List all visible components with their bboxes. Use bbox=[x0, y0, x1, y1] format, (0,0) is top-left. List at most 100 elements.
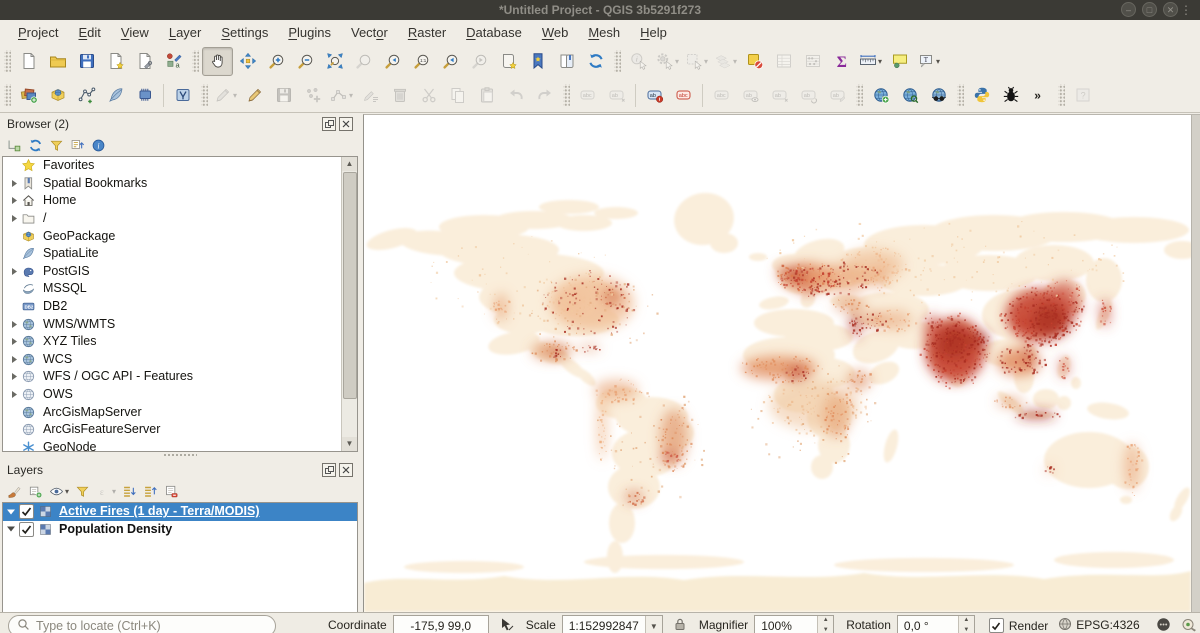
map-tips-button[interactable] bbox=[885, 48, 914, 75]
zoom-full-button[interactable] bbox=[320, 48, 349, 75]
expander-icon[interactable] bbox=[7, 390, 21, 399]
chevron-down-icon[interactable]: ▾ bbox=[936, 57, 940, 66]
expander-icon[interactable] bbox=[7, 372, 21, 381]
field-calculator-button[interactable] bbox=[798, 48, 827, 75]
browser-item-spatialite[interactable]: SpatiaLite bbox=[3, 245, 357, 263]
toolbar-grip[interactable] bbox=[614, 50, 621, 72]
new-project-button[interactable] bbox=[14, 48, 43, 75]
measure-button[interactable]: ▾ bbox=[856, 48, 885, 75]
menu-web[interactable]: Web bbox=[532, 23, 579, 42]
spin-up-icon[interactable]: ▲ bbox=[818, 616, 833, 626]
chevron-down-icon[interactable]: ▾ bbox=[733, 57, 737, 66]
pan-map-button[interactable] bbox=[202, 47, 233, 76]
whats-this-help-button[interactable]: ? bbox=[1068, 82, 1097, 109]
menu-view[interactable]: View bbox=[111, 23, 159, 42]
browser-scrollbar[interactable]: ▲ ▼ bbox=[341, 157, 357, 451]
chevron-down-icon[interactable]: ▾ bbox=[65, 487, 69, 496]
current-edits-button[interactable]: ▾ bbox=[211, 82, 240, 109]
browser-item-ows[interactable]: OWS bbox=[3, 386, 357, 404]
spin-down-icon[interactable]: ▼ bbox=[818, 626, 833, 633]
plugin-debugger-button[interactable] bbox=[996, 82, 1025, 109]
change-label-button[interactable]: ab bbox=[823, 82, 852, 109]
chevron-down-icon[interactable]: ▾ bbox=[349, 91, 353, 100]
panel-splitter[interactable] bbox=[0, 452, 360, 458]
expand-all-layers-icon[interactable] bbox=[122, 484, 137, 499]
modify-attributes-button[interactable] bbox=[356, 82, 385, 109]
pin-labels-button[interactable]: abc bbox=[707, 82, 736, 109]
text-annotation-button[interactable]: T▾ bbox=[914, 48, 943, 75]
browser-item-home[interactable]: Home bbox=[3, 192, 357, 210]
zoom-to-selection-button[interactable] bbox=[349, 48, 378, 75]
toolbar-overflow-button[interactable]: » bbox=[1025, 82, 1054, 109]
chevron-down-icon[interactable]: ▼ bbox=[645, 616, 662, 633]
zoom-next-button[interactable] bbox=[465, 48, 494, 75]
menu-project[interactable]: Project bbox=[8, 23, 68, 42]
layer-labeling-options-button[interactable]: ab bbox=[640, 82, 669, 109]
layer-diagram-options-button[interactable]: abc bbox=[669, 82, 698, 109]
new-spatial-bookmark-button[interactable] bbox=[494, 48, 523, 75]
window-menu-dots-icon[interactable]: ⋮ bbox=[1180, 1, 1192, 19]
expander-icon[interactable] bbox=[7, 267, 21, 276]
layers-close-icon[interactable] bbox=[339, 463, 353, 477]
select-by-value-button[interactable]: ▾ bbox=[711, 48, 740, 75]
move-label-diagram-button[interactable]: ab bbox=[765, 82, 794, 109]
expander-icon[interactable] bbox=[7, 179, 21, 188]
browser-item-geopackage[interactable]: GeoPackage bbox=[3, 227, 357, 245]
vertex-tool-button[interactable]: ▾ bbox=[327, 82, 356, 109]
collapse-all-layers-icon[interactable] bbox=[143, 484, 158, 499]
rotation-spinbox[interactable]: 0,0 ° ▲▼ bbox=[897, 615, 975, 633]
layer-item-active-fires-1-day-terra-modis[interactable]: Active Fires (1 day - Terra/MODIS) bbox=[3, 503, 357, 521]
menu-plugins[interactable]: Plugins bbox=[278, 23, 341, 42]
add-group-icon[interactable] bbox=[28, 484, 43, 499]
spin-up-icon[interactable]: ▲ bbox=[959, 616, 974, 626]
locator-input[interactable]: Type to locate (Ctrl+K) bbox=[8, 615, 276, 633]
toolbar-grip[interactable] bbox=[1058, 84, 1065, 106]
browser-item-wcs[interactable]: WCS bbox=[3, 351, 357, 369]
expander-icon[interactable] bbox=[7, 355, 21, 364]
menu-mesh[interactable]: Mesh bbox=[578, 23, 630, 42]
filter-by-expression-icon[interactable]: ε▾ bbox=[96, 484, 116, 499]
toolbar-grip[interactable] bbox=[563, 84, 570, 106]
layer-visibility-checkbox[interactable] bbox=[19, 504, 34, 519]
chevron-down-icon[interactable]: ▾ bbox=[112, 487, 116, 496]
metasearch-add-service-button[interactable] bbox=[866, 82, 895, 109]
expander-icon[interactable] bbox=[7, 196, 21, 205]
chevron-down-icon[interactable]: ▾ bbox=[704, 57, 708, 66]
run-feature-action-button[interactable]: ▾ bbox=[653, 48, 682, 75]
select-features-button[interactable]: ▾ bbox=[682, 48, 711, 75]
pan-to-selection-button[interactable] bbox=[233, 48, 262, 75]
browser-item-wms-wmts[interactable]: WMS/WMTS bbox=[3, 315, 357, 333]
menu-help[interactable]: Help bbox=[630, 23, 677, 42]
layer-item-population-density[interactable]: Population Density bbox=[3, 521, 357, 539]
menu-settings[interactable]: Settings bbox=[211, 23, 278, 42]
rotate-label-button[interactable]: ab bbox=[794, 82, 823, 109]
chevron-down-icon[interactable]: ▾ bbox=[675, 57, 679, 66]
undo-button[interactable] bbox=[501, 82, 530, 109]
zoom-to-layer-button[interactable] bbox=[378, 48, 407, 75]
filter-browser-icon[interactable] bbox=[49, 138, 64, 153]
chevron-down-icon[interactable]: ▾ bbox=[878, 57, 882, 66]
add-selected-layer-icon[interactable] bbox=[7, 138, 22, 153]
zoom-last-button[interactable] bbox=[436, 48, 465, 75]
messages-icon[interactable] bbox=[1156, 617, 1171, 632]
highlight-pinned-labels-button[interactable]: ab bbox=[736, 82, 765, 109]
browser-close-icon[interactable] bbox=[339, 117, 353, 131]
toolbar-grip[interactable] bbox=[192, 50, 199, 72]
browser-item-db2[interactable]: DB2DB2 bbox=[3, 298, 357, 316]
coordinate-input[interactable]: -175,9 99,0 bbox=[393, 615, 489, 633]
spin-down-icon[interactable]: ▼ bbox=[959, 626, 974, 633]
extents-toggle-icon[interactable] bbox=[499, 617, 514, 632]
map-canvas[interactable] bbox=[363, 114, 1200, 612]
layers-float-icon[interactable] bbox=[322, 463, 336, 477]
manage-map-themes-icon[interactable]: ▾ bbox=[49, 484, 69, 499]
browser-float-icon[interactable] bbox=[322, 117, 336, 131]
delete-selected-button[interactable] bbox=[385, 82, 414, 109]
toolbar-grip[interactable] bbox=[201, 84, 208, 106]
properties-widget-icon[interactable]: i bbox=[91, 138, 106, 153]
scale-combo[interactable]: 1:152992847 ▼ bbox=[562, 615, 663, 633]
layer-visibility-checkbox[interactable] bbox=[19, 522, 34, 537]
new-spatialite-layer-button[interactable] bbox=[101, 82, 130, 109]
copy-features-button[interactable] bbox=[443, 82, 472, 109]
chevron-down-icon[interactable]: ▾ bbox=[233, 91, 237, 100]
show-spatial-bookmarks-button[interactable] bbox=[523, 48, 552, 75]
